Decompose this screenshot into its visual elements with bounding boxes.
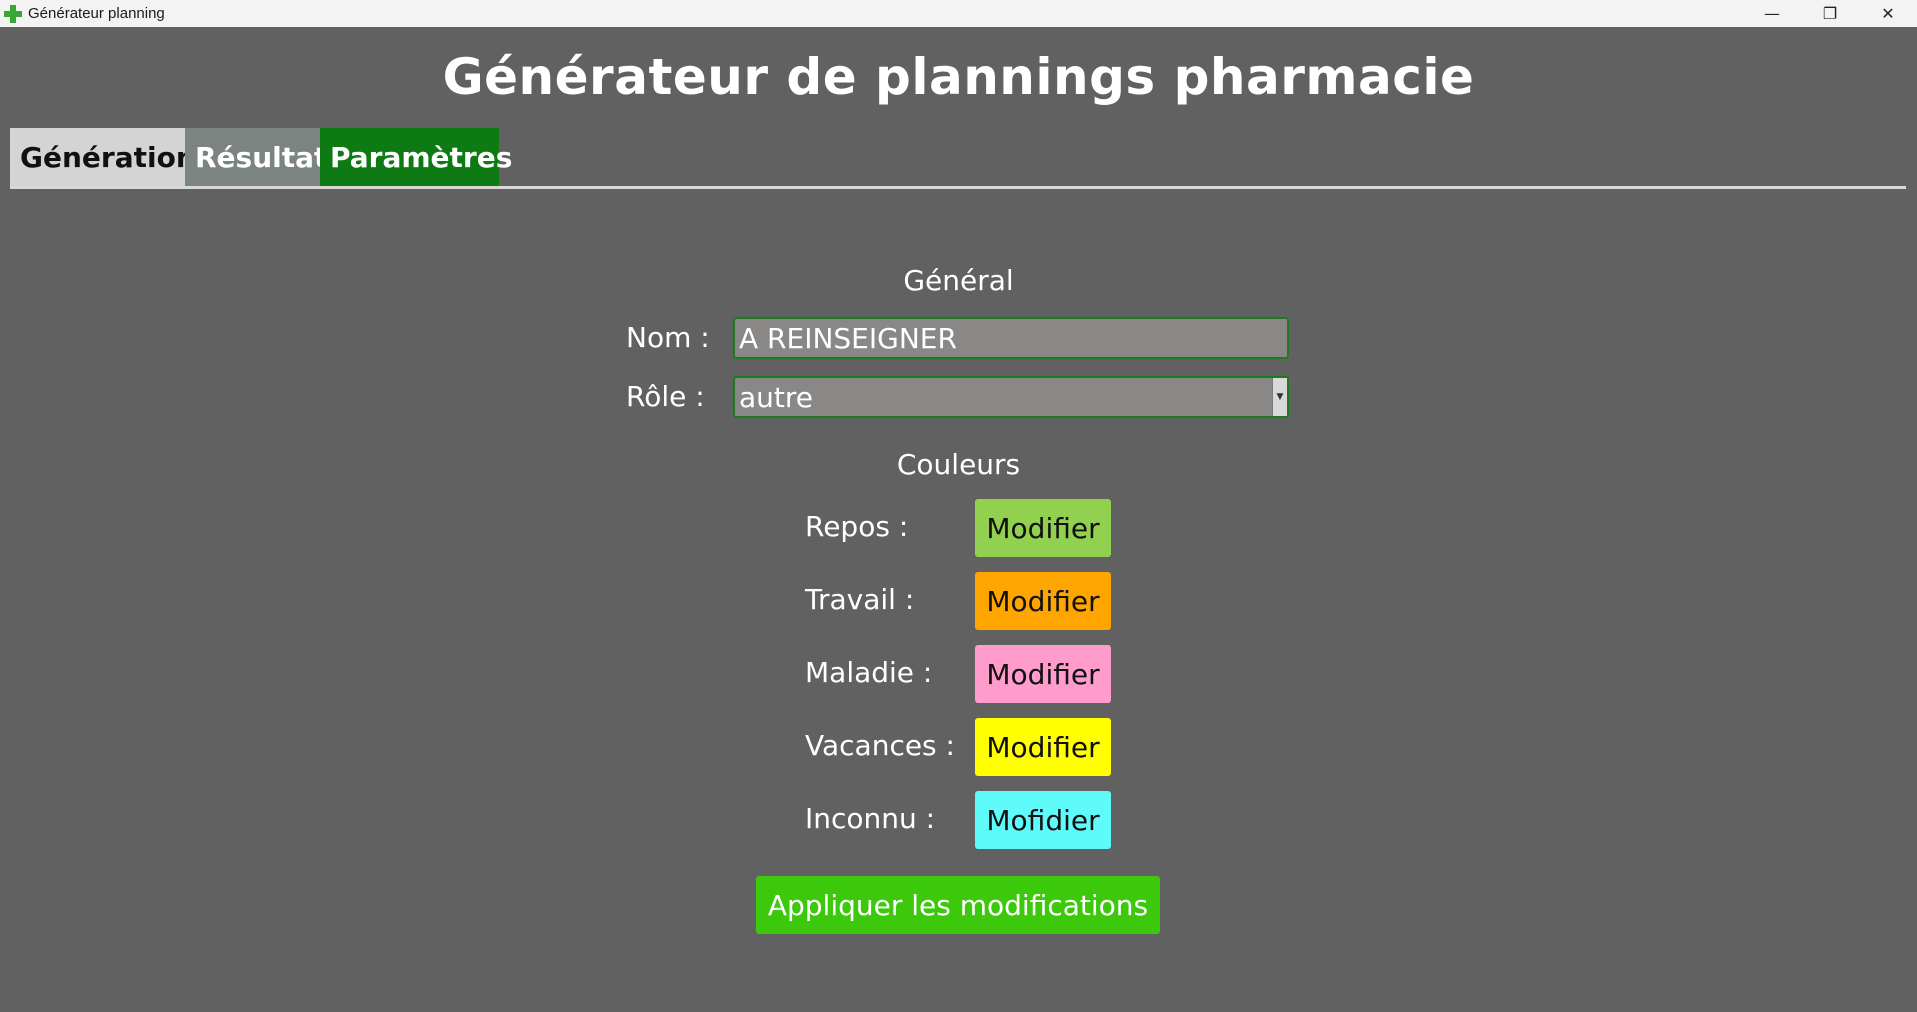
- inconnu-label: Inconnu :: [805, 802, 936, 835]
- close-button[interactable]: ✕: [1859, 0, 1917, 27]
- general-section-title: Général: [903, 264, 1014, 297]
- tab-divider: [10, 186, 1906, 189]
- tab-generation[interactable]: Génération: [10, 128, 196, 187]
- role-select-value: autre: [739, 380, 814, 414]
- tab-parametres[interactable]: Paramètres: [320, 128, 512, 187]
- window-titlebar: Générateur planning — ❐ ✕: [0, 0, 1917, 27]
- pharmacy-cross-icon: [4, 4, 22, 23]
- minimize-button[interactable]: —: [1743, 0, 1801, 27]
- repos-label: Repos :: [805, 510, 909, 543]
- role-label: Rôle :: [626, 380, 705, 413]
- role-select[interactable]: autre ▼: [733, 376, 1289, 418]
- name-input-value: A REINSEIGNER: [739, 321, 957, 355]
- tab-bar: Génération Résultat Paramètres: [10, 128, 512, 187]
- colors-section-title: Couleurs: [896, 448, 1021, 481]
- name-input[interactable]: A REINSEIGNER: [733, 317, 1289, 359]
- maladie-color-button[interactable]: Modifier: [975, 645, 1111, 703]
- tab-resultat[interactable]: Résultat: [185, 128, 327, 187]
- repos-color-button[interactable]: Modifier: [975, 499, 1111, 557]
- window-title: Générateur planning: [28, 5, 165, 22]
- maximize-button[interactable]: ❐: [1801, 0, 1859, 27]
- travail-color-button[interactable]: Modifier: [975, 572, 1111, 630]
- apply-changes-button[interactable]: Appliquer les modifications: [756, 876, 1160, 934]
- window-controls: — ❐ ✕: [1743, 0, 1917, 27]
- vacances-label: Vacances :: [805, 729, 955, 762]
- maladie-label: Maladie :: [805, 656, 933, 689]
- travail-label: Travail :: [805, 583, 915, 616]
- page-title: Générateur de plannings pharmacie: [442, 48, 1475, 106]
- vacances-color-button[interactable]: Modifier: [975, 718, 1111, 776]
- name-label: Nom :: [626, 321, 710, 354]
- inconnu-color-button[interactable]: Mofidier: [975, 791, 1111, 849]
- chevron-down-icon[interactable]: ▼: [1272, 378, 1287, 416]
